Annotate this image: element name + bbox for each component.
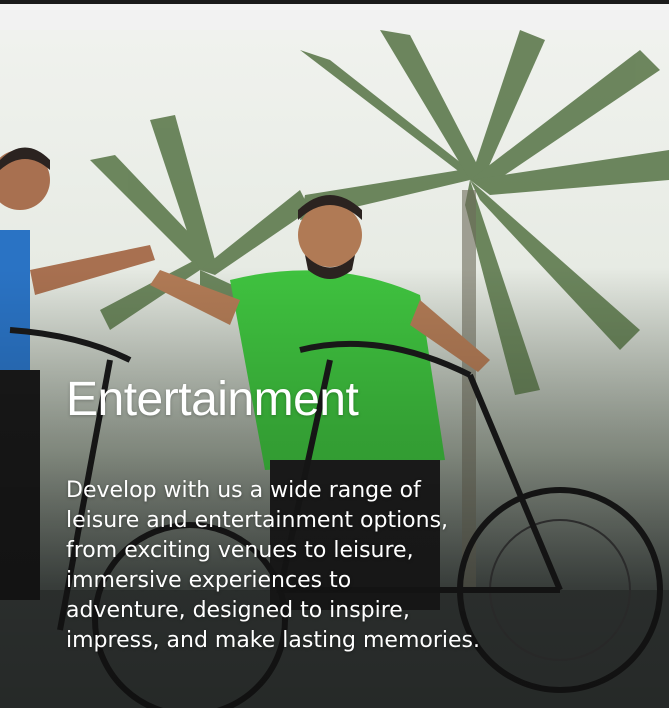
description-line: impress, and make lasting memories.: [66, 628, 480, 653]
description-line: adventure, designed to inspire,: [66, 598, 410, 623]
card-title: Entertainment: [66, 373, 359, 426]
entertainment-card[interactable]: Entertainment Develop with us a wide ran…: [0, 30, 669, 708]
description-line: leisure and entertainment options,: [66, 508, 449, 533]
top-bar: [0, 0, 669, 4]
description-line: Develop with us a wide range of: [66, 478, 421, 503]
description-line: from exciting venues to leisure,: [66, 538, 414, 563]
card-description: Develop with us a wide range of leisure …: [66, 476, 626, 656]
description-line: immersive experiences to: [66, 568, 352, 593]
